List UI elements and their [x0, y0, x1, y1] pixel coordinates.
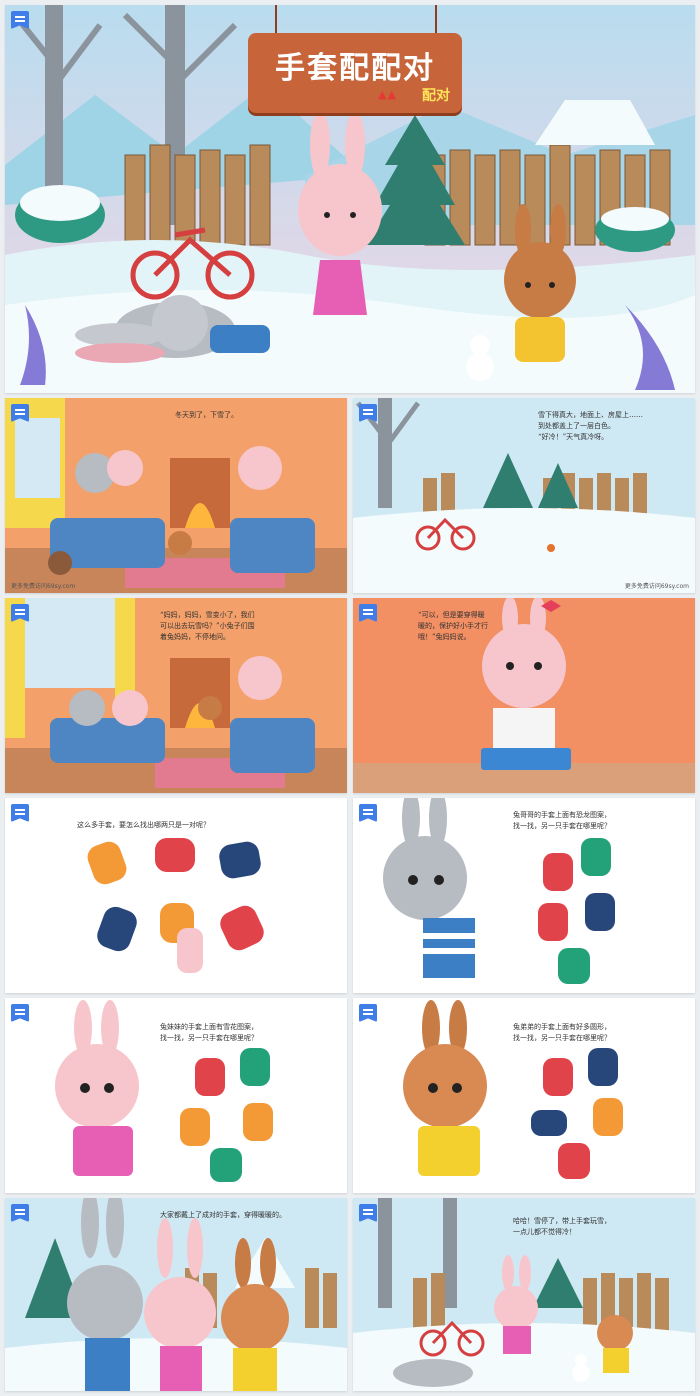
cover-subtitle: 配对 [422, 88, 450, 104]
slide-4-scene [353, 598, 695, 793]
slide-1-scene [5, 398, 347, 593]
slide-4: “可以，但是要穿得暖 暖的，保护好小手才行 哦！”兔妈妈说。 [353, 598, 695, 793]
slide-1-caption: 冬天到了，下雪了。 [175, 411, 238, 419]
slide-3: “妈妈，妈妈，雪变小了，我们 可以出去玩雪吗？”小兔子们围 着兔妈妈，不停地问。 [5, 598, 347, 793]
slide-6-caption: 兔哥哥的手套上面有恐龙图案， 找一找，另一只手套在哪里呢？ [513, 811, 611, 830]
slide-8-caption: 兔弟弟的手套上面有好多圆形， 找一找，另一只手套在哪里呢？ [513, 1023, 611, 1042]
slide-6: 兔哥哥的手套上面有恐龙图案， 找一找，另一只手套在哪里呢？ [353, 798, 695, 993]
mitten-navy-1 [219, 841, 261, 879]
level-marks: ▲▲ [378, 88, 397, 101]
cover-title: 手套配配对 [275, 51, 435, 86]
slide-4-caption: “可以，但是要穿得暖 暖的，保护好小手才行 哦！”兔妈妈说。 [418, 611, 488, 641]
mitten-red-2 [220, 905, 264, 951]
slide-9-caption: 大家都戴上了成对的手套，穿得暖暖的。 [160, 1211, 286, 1219]
mitten-orange-1 [87, 841, 127, 885]
slide-7-caption: 兔妹妹的手套上面有雪花图案， 找一找，另一只手套在哪里呢？ [160, 1023, 258, 1042]
slide-2-scene [353, 398, 695, 593]
slide-1-watermark: 更多免费访问69sy.com [11, 583, 76, 590]
slide-10-caption: 哈哈！雪停了，带上手套玩雪， 一点儿都不觉得冷！ [513, 1217, 611, 1236]
sign-rope-left [275, 5, 277, 35]
cover-slide: 手套配配对 ▲▲ 配对 [5, 5, 695, 393]
slide-5-caption: 这么多手套，要怎么找出哪两只是一对呢？ [77, 821, 210, 829]
slide-2-caption: 雪下得真大，地面上、房屋上…… 到处都盖上了一层白色。 “好冷！”天气真冷呀。 [538, 411, 643, 441]
slide-2-watermark: 更多免费访问69sy.com [624, 583, 689, 590]
slide-5: 这么多手套，要怎么找出哪两只是一对呢？ [5, 798, 347, 993]
slide-8: 兔弟弟的手套上面有好多圆形， 找一找，另一只手套在哪里呢？ [353, 998, 695, 1193]
slide-2: 雪下得真大，地面上、房屋上…… 到处都盖上了一层白色。 “好冷！”天气真冷呀。 … [353, 398, 695, 593]
slide-1: 冬天到了，下雪了。 更多免费访问69sy.com [5, 398, 347, 593]
mitten-navy-2 [97, 906, 137, 952]
slide-3-caption: “妈妈，妈妈，雪变小了，我们 可以出去玩雪吗？”小兔子们围 着兔妈妈，不停地问。 [160, 611, 255, 641]
slide-7: 兔妹妹的手套上面有雪花图案， 找一找，另一只手套在哪里呢？ [5, 998, 347, 1193]
slide-9-scene [5, 1198, 347, 1391]
sign-rope-right [435, 5, 437, 35]
title-sign: 手套配配对 ▲▲ 配对 [248, 33, 462, 113]
slide-9: 大家都戴上了成对的手套，穿得暖暖的。 [5, 1198, 347, 1391]
slide-10: 哈哈！雪停了，带上手套玩雪， 一点儿都不觉得冷！ [353, 1198, 695, 1391]
mitten-red-1 [155, 838, 195, 872]
mitten-pink [177, 928, 203, 973]
